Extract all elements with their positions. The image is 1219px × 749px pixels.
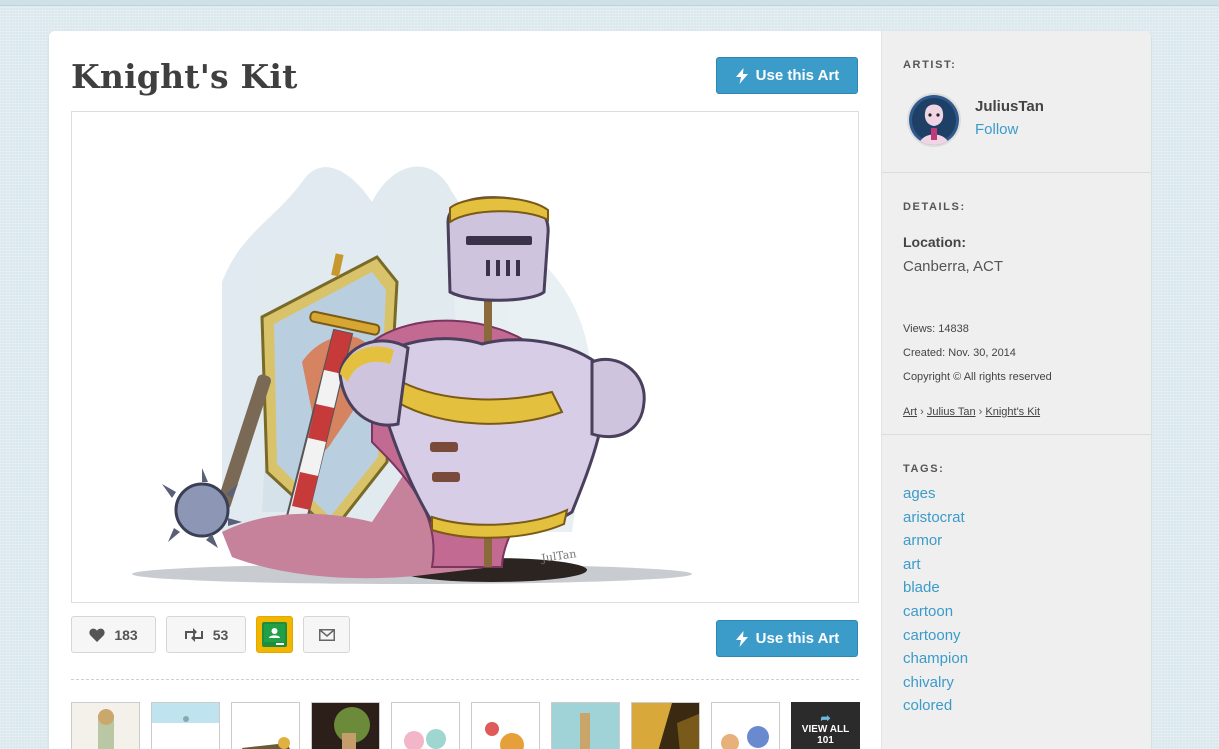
mail-icon xyxy=(318,628,335,641)
use-art-button-bottom[interactable]: Use this Art xyxy=(716,620,858,657)
thumbnail[interactable] xyxy=(631,702,700,749)
artist-name[interactable]: JuliusTan xyxy=(975,98,1044,115)
breadcrumb-artist[interactable]: Julius Tan xyxy=(927,406,976,418)
tag-link[interactable]: blade xyxy=(903,576,968,600)
share-button[interactable]: 53 xyxy=(166,616,246,653)
sidebar: ARTIST: JuliusTan Follow DETAILS: Locati… xyxy=(881,31,1151,749)
details-heading: DETAILS: xyxy=(903,201,966,213)
divider xyxy=(71,679,859,680)
main-column: Knight's Kit Use this Art JulTan 183 53 … xyxy=(49,31,881,749)
view-all-count: 101 xyxy=(817,735,834,746)
view-all-button[interactable]: ➦ VIEW ALL 101 xyxy=(791,702,860,749)
tag-link[interactable]: champion xyxy=(903,647,968,671)
tag-list: ages aristocrat armor art blade cartoon … xyxy=(903,482,968,718)
share-count: 53 xyxy=(212,626,229,643)
breadcrumb-art[interactable]: Art xyxy=(903,406,917,418)
like-button[interactable]: 183 xyxy=(71,616,156,653)
created-date: Created: Nov. 30, 2014 xyxy=(903,347,1016,359)
location-value: Canberra, ACT xyxy=(903,258,1004,275)
thumbnail[interactable] xyxy=(391,702,460,749)
thumbnail[interactable] xyxy=(71,702,140,749)
thumbnail[interactable] xyxy=(231,702,300,749)
tag-link[interactable]: colored xyxy=(903,694,968,718)
artwork-image[interactable]: JulTan xyxy=(71,111,859,603)
breadcrumb-current[interactable]: Knight's Kit xyxy=(985,406,1040,418)
location-label: Location: xyxy=(903,234,966,250)
tag-link[interactable]: art xyxy=(903,553,968,577)
action-bar: 183 53 xyxy=(71,616,350,654)
email-button[interactable] xyxy=(303,616,350,653)
tag-link[interactable]: cartoon xyxy=(903,600,968,624)
thumbnail[interactable] xyxy=(551,702,620,749)
top-strip xyxy=(0,0,1219,6)
use-art-label: Use this Art xyxy=(755,67,840,84)
copyright-notice: Copyright © All rights reserved xyxy=(903,371,1052,383)
breadcrumb-separator: › xyxy=(978,406,983,418)
share-arrow-icon: ➦ xyxy=(820,711,831,725)
google-classroom-button[interactable] xyxy=(256,616,293,653)
breadcrumb-separator: › xyxy=(920,406,924,418)
like-count: 183 xyxy=(114,626,138,643)
tag-link[interactable]: chivalry xyxy=(903,671,968,695)
google-classroom-icon xyxy=(262,622,287,647)
tag-link[interactable]: aristocrat xyxy=(903,506,968,530)
tag-link[interactable]: armor xyxy=(903,529,968,553)
heart-icon xyxy=(89,628,105,642)
tag-link[interactable]: ages xyxy=(903,482,968,506)
details-section: DETAILS: Location: Canberra, ACT Views: … xyxy=(882,173,1151,435)
avatar[interactable] xyxy=(907,93,961,147)
tag-link[interactable]: cartoony xyxy=(903,624,968,648)
bolt-icon xyxy=(735,630,748,647)
artist-section: ARTIST: JuliusTan Follow xyxy=(882,31,1151,173)
thumbnail[interactable] xyxy=(471,702,540,749)
artist-heading: ARTIST: xyxy=(903,59,957,71)
breadcrumb: Art › Julius Tan › Knight's Kit xyxy=(903,406,1040,418)
thumbnail[interactable] xyxy=(151,702,220,749)
share-icon xyxy=(184,627,203,642)
follow-link[interactable]: Follow xyxy=(975,121,1018,138)
page-title: Knight's Kit xyxy=(71,57,298,96)
art-card: Knight's Kit Use this Art JulTan 183 53 … xyxy=(49,31,1151,749)
related-thumbnails: ➦ VIEW ALL 101 xyxy=(71,702,860,749)
views-count: Views: 14838 xyxy=(903,323,969,335)
thumbnail[interactable] xyxy=(711,702,780,749)
thumbnail[interactable] xyxy=(311,702,380,749)
tags-heading: TAGS: xyxy=(903,463,945,475)
svg-text:JulTan: JulTan xyxy=(540,547,578,565)
view-all-label: VIEW ALL xyxy=(801,724,850,735)
bolt-icon xyxy=(735,67,748,84)
use-art-label: Use this Art xyxy=(755,630,840,647)
use-art-button-top[interactable]: Use this Art xyxy=(716,57,858,94)
